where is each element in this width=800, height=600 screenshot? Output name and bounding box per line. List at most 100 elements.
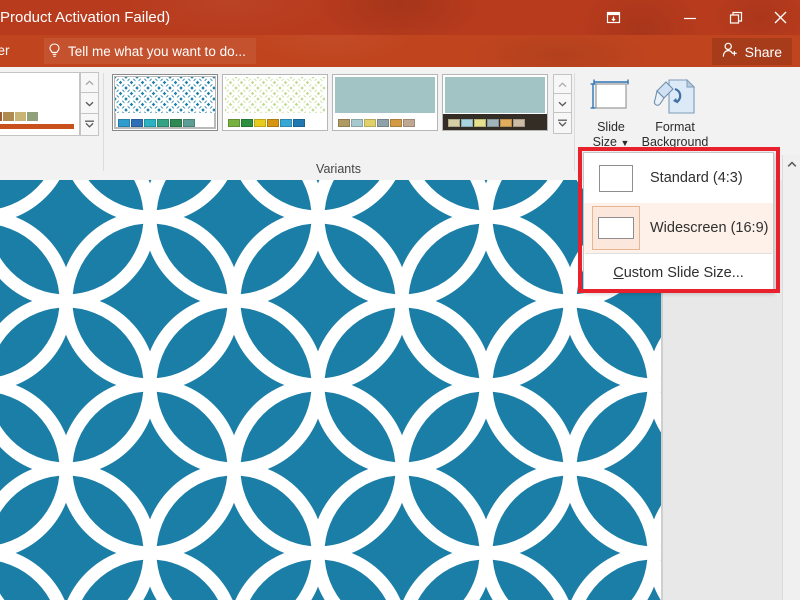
tab-developer-partial[interactable]: per	[0, 35, 10, 67]
variant-swatch	[131, 119, 143, 127]
variant-swatch	[403, 119, 415, 127]
variant-swatch	[448, 119, 460, 127]
tell-me-text: Tell me what you want to do...	[68, 44, 246, 59]
theme-swatch	[15, 112, 26, 121]
theme-swatch	[3, 112, 14, 121]
aspect-ratio-shape	[599, 165, 633, 192]
variant-swatch	[500, 119, 512, 127]
variant-swatch	[390, 119, 402, 127]
slide-background-pattern	[0, 180, 661, 600]
variant-swatch	[241, 119, 253, 127]
themes-scroll-up-button[interactable]	[80, 72, 99, 94]
format-background-icon	[640, 70, 710, 120]
group-separator	[103, 73, 104, 171]
variants-scroll-down-button[interactable]	[553, 93, 572, 114]
group-separator	[574, 73, 575, 171]
slide-size-label-line1: Slide	[580, 120, 642, 135]
variant-preview	[225, 77, 325, 113]
menu-item-label: Standard (4:3)	[640, 170, 743, 186]
ribbon-tab-bar: per Tell me what you want to do...	[0, 35, 800, 67]
more-chevron-icon	[557, 119, 568, 128]
chevron-up-icon	[558, 82, 567, 88]
variant-swatch	[280, 119, 292, 127]
variant-preview	[335, 77, 435, 113]
variant-preview	[445, 77, 545, 113]
share-label: Share	[745, 44, 782, 60]
variant-swatch	[157, 119, 169, 127]
variant-swatch	[170, 119, 182, 127]
format-background-button[interactable]: Format Background	[640, 70, 710, 154]
themes-more-button[interactable]	[80, 113, 99, 136]
theme-swatch	[27, 112, 38, 121]
person-add-icon	[722, 42, 739, 61]
slide-size-dropdown-menu[interactable]: Standard (4:3) Widescreen (16:9) Custom S…	[583, 152, 774, 292]
ribbon-display-options-button[interactable]	[590, 0, 636, 35]
more-chevron-icon	[84, 120, 95, 129]
variant-swatch	[254, 119, 266, 127]
chevron-down-icon	[558, 101, 567, 107]
variant-swatch-row	[338, 119, 415, 127]
variant-swatch	[228, 119, 240, 127]
format-background-label-line1: Format	[640, 120, 710, 135]
restore-button[interactable]	[713, 0, 759, 35]
window-title: (Product Activation Failed)	[0, 0, 170, 35]
custom-slide-size-label: ustom Slide Size...	[624, 265, 744, 281]
variant-swatch	[461, 119, 473, 127]
close-icon	[773, 10, 788, 25]
variant-swatch-row	[228, 119, 305, 127]
variant-thumbnail-4[interactable]	[442, 74, 548, 131]
variant-thumbnail-3[interactable]	[332, 74, 438, 131]
chevron-up-icon	[85, 80, 94, 86]
share-button[interactable]: Share	[712, 38, 792, 65]
chevron-down-icon	[85, 101, 94, 107]
menu-item-custom-slide-size[interactable]: Custom Slide Size...	[584, 254, 773, 291]
chevron-up-icon	[787, 155, 797, 173]
slide-canvas[interactable]	[0, 180, 661, 600]
variant-swatch	[513, 119, 525, 127]
custom-slide-size-accel: C	[613, 265, 623, 281]
theme-accent-bar	[0, 124, 74, 129]
slide-size-button[interactable]: Slide Size ▼	[580, 70, 642, 154]
standard-shape-icon	[592, 156, 640, 200]
variant-thumbnail-2[interactable]	[222, 74, 328, 131]
theme-swatch	[0, 112, 2, 121]
widescreen-shape-icon	[592, 206, 640, 250]
variant-swatch	[183, 119, 195, 127]
variant-swatch	[293, 119, 305, 127]
close-button[interactable]	[757, 0, 800, 35]
vertical-scrollbar[interactable]	[782, 155, 800, 600]
powerpoint-window: (Product Activation Failed)	[0, 0, 800, 600]
theme-swatch-row	[0, 112, 38, 121]
slide-size-icon	[580, 70, 642, 120]
minimize-icon	[682, 12, 698, 24]
variant-swatch	[118, 119, 130, 127]
variant-swatch	[487, 119, 499, 127]
variant-swatch	[474, 119, 486, 127]
scroll-up-button[interactable]	[783, 155, 800, 173]
variant-swatch	[144, 119, 156, 127]
variant-swatch-row	[118, 119, 195, 127]
menu-item-standard[interactable]: Standard (4:3)	[584, 153, 773, 203]
menu-item-widescreen[interactable]: Widescreen (16:9)	[584, 203, 773, 253]
variant-preview	[115, 77, 215, 113]
variants-scroll-up-button[interactable]	[553, 74, 572, 95]
tell-me-box[interactable]: Tell me what you want to do...	[44, 38, 256, 64]
themes-scroll-down-button[interactable]	[80, 92, 99, 115]
aspect-ratio-shape	[598, 217, 634, 239]
lightbulb-icon	[48, 43, 61, 59]
variant-swatch	[364, 119, 376, 127]
ribbon-display-options-icon	[606, 10, 621, 25]
variant-swatch-row	[448, 119, 525, 127]
slide-size-label-line2: Size ▼	[580, 135, 642, 151]
minimize-button[interactable]	[667, 0, 713, 35]
group-label-variants: Variants	[105, 160, 572, 178]
variant-swatch	[351, 119, 363, 127]
themes-gallery[interactable]: a	[0, 72, 80, 136]
variant-swatch	[338, 119, 350, 127]
theme-thumbnail[interactable]: a	[0, 75, 77, 133]
menu-item-label: Widescreen (16:9)	[640, 220, 768, 236]
variant-thumbnail-1[interactable]	[112, 74, 218, 131]
variants-more-button[interactable]	[553, 112, 572, 134]
format-background-label-line2: Background	[640, 135, 710, 150]
variant-swatch	[267, 119, 279, 127]
